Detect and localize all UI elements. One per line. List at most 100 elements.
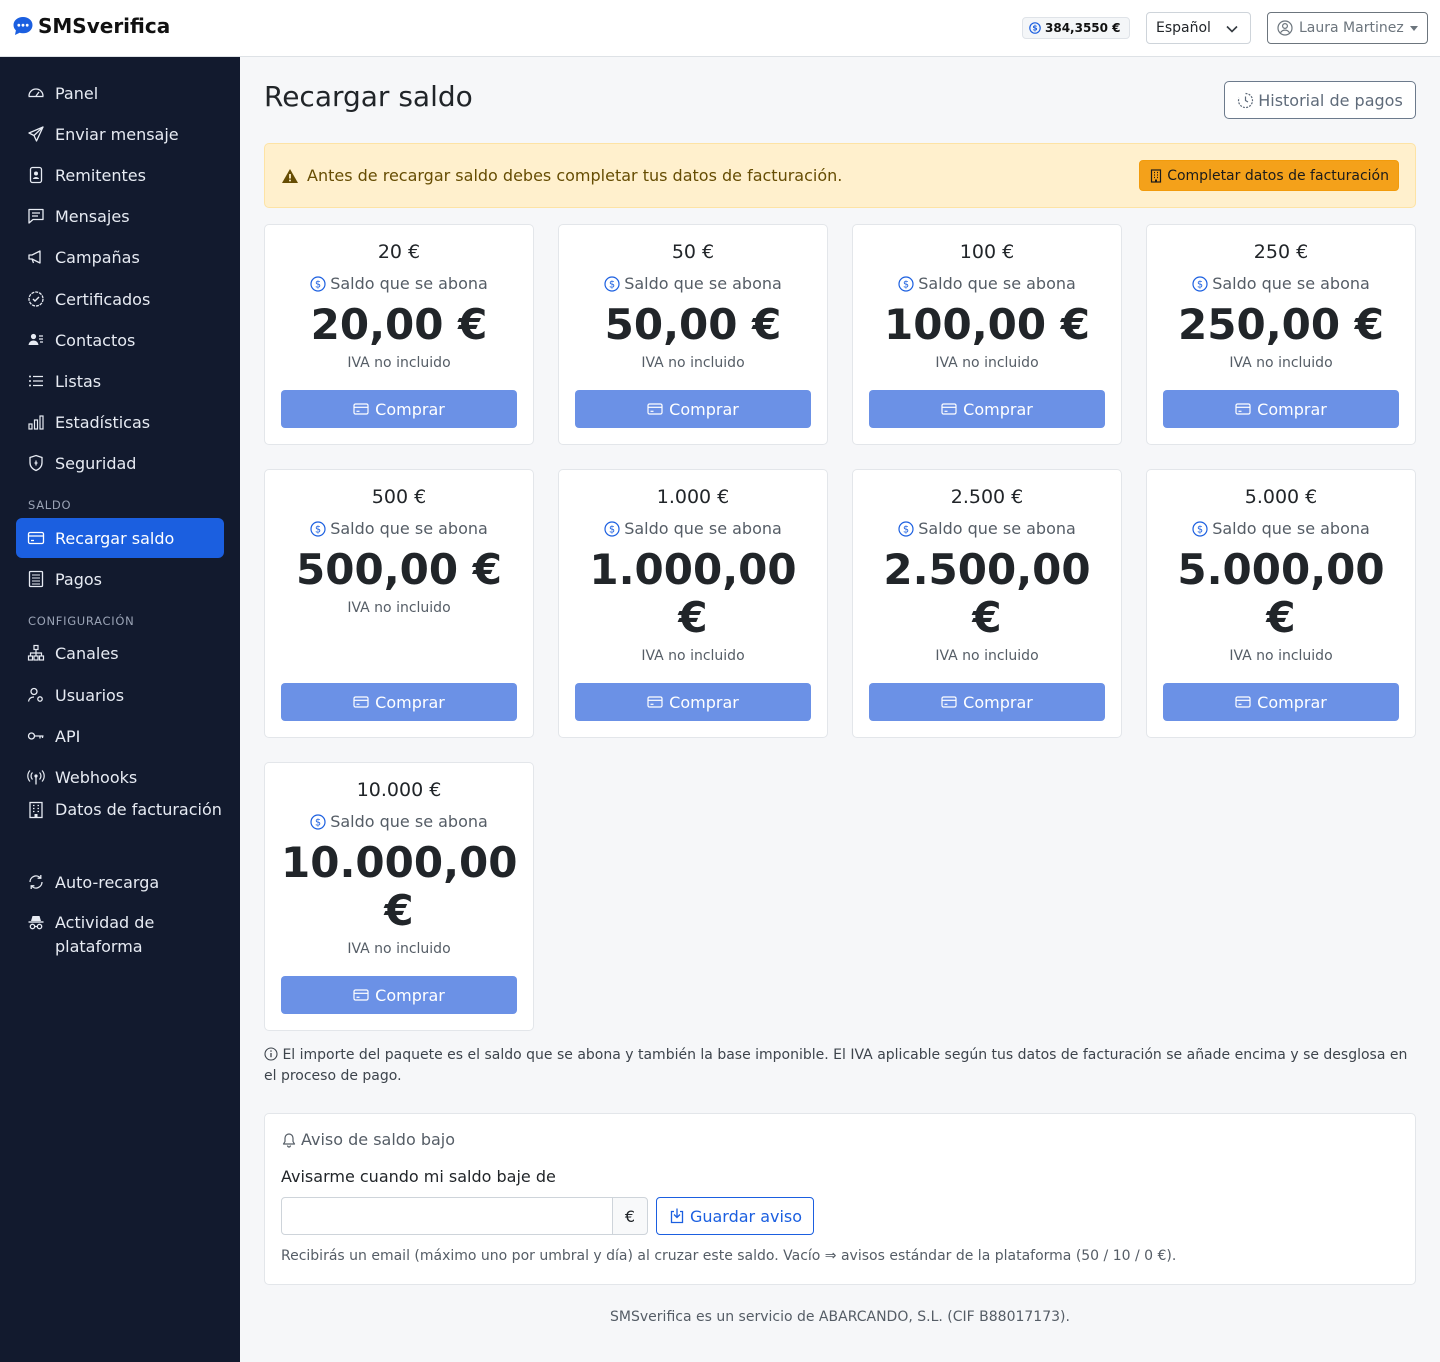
- package-subtitle: $ Saldo que se abona: [1147, 274, 1415, 293]
- low-balance-card: Aviso de saldo bajo Avisarme cuando mi s…: [264, 1113, 1416, 1285]
- sidebar-item-seguridad[interactable]: Seguridad: [16, 443, 224, 483]
- sidebar-item-label: Certificados: [55, 289, 151, 309]
- coin-icon: $: [310, 813, 326, 830]
- buy-button[interactable]: Comprar: [1163, 683, 1399, 721]
- package-subtitle: $ Saldo que se abona: [265, 812, 533, 831]
- svg-text:$: $: [315, 817, 321, 828]
- sidebar-item-panel[interactable]: Panel: [16, 73, 224, 113]
- balance-badge[interactable]: $ 384,3550 €: [1022, 17, 1130, 39]
- iva-note: IVA no incluido: [347, 355, 451, 371]
- package-amount: 100,00 €: [884, 300, 1090, 349]
- sidebar-item-pagos[interactable]: Pagos: [16, 559, 224, 599]
- sidebar-item-contactos[interactable]: Contactos: [16, 320, 224, 360]
- iva-note: IVA no incluido: [935, 355, 1039, 371]
- package-card: 250 € $ Saldo que se abona 250,00 € IVA no i…: [1146, 224, 1416, 445]
- download-box-icon: [670, 1208, 684, 1224]
- threshold-input[interactable]: [281, 1197, 613, 1235]
- complete-billing-button[interactable]: Completar datos de facturación: [1139, 160, 1399, 191]
- sidebar-item-label: Seguridad: [55, 453, 137, 473]
- buy-button[interactable]: Comprar: [575, 683, 811, 721]
- buy-button[interactable]: Comprar: [281, 683, 517, 721]
- arrow-repeat-icon: [29, 875, 43, 889]
- package-subtitle: $ Saldo que se abona: [265, 274, 533, 293]
- svg-text:$: $: [1197, 524, 1203, 535]
- sidebar-item-label: Panel: [55, 83, 99, 103]
- package-subtitle-text: Saldo que se abona: [918, 274, 1076, 293]
- sidebar-item-auto-recarga[interactable]: Auto-recarga: [16, 862, 224, 902]
- sidebar-item-datos-facturacion[interactable]: Datos de facturación: [16, 796, 224, 852]
- buy-button[interactable]: Comprar: [281, 390, 517, 428]
- dropdown-caret-icon: [1410, 26, 1418, 31]
- sidebar-item-estadisticas[interactable]: Estadísticas: [16, 402, 224, 442]
- package-subtitle-text: Saldo que se abona: [624, 519, 782, 538]
- sidebar-item-campanas[interactable]: Campañas: [16, 237, 224, 277]
- buy-button[interactable]: Comprar: [1163, 390, 1399, 428]
- package-amount: 500,00 €: [296, 545, 502, 594]
- svg-text:$: $: [315, 279, 321, 290]
- user-menu-button[interactable]: Laura Martinez: [1267, 12, 1428, 44]
- people-icon: [28, 333, 43, 345]
- coin-icon: $: [310, 520, 326, 537]
- coin-icon: $: [1192, 275, 1208, 292]
- package-subtitle: $ Saldo que se abona: [265, 519, 533, 538]
- coin-icon: $: [1192, 520, 1208, 537]
- sidebar-item-label: Auto-recarga: [55, 872, 160, 892]
- list-icon: [29, 375, 43, 387]
- sidebar-item-remitentes[interactable]: Remitentes: [16, 155, 224, 195]
- sidebar-item-label: Estadísticas: [55, 412, 151, 432]
- megaphone-icon: [28, 250, 41, 264]
- sidebar-item-label: Datos de facturación: [55, 800, 222, 819]
- buy-button-label: Comprar: [375, 399, 445, 419]
- iva-note: IVA no incluido: [1229, 355, 1333, 371]
- sidebar-item-recargar-saldo[interactable]: Recargar saldo: [16, 518, 224, 558]
- user-name: Laura Martinez: [1299, 20, 1404, 36]
- buy-button[interactable]: Comprar: [575, 390, 811, 428]
- package-title: 5.000 €: [1244, 486, 1318, 508]
- sidebar-item-label: Pagos: [55, 569, 103, 589]
- credit-card-icon: [941, 403, 957, 415]
- buy-button-label: Comprar: [375, 692, 445, 712]
- footer-text: SMSverifica es un servicio de ABARCANDO,…: [610, 1309, 1070, 1325]
- sidebar-item-mensajes[interactable]: Mensajes: [16, 196, 224, 236]
- package-subtitle: $ Saldo que se abona: [559, 274, 827, 293]
- building-icon: [29, 801, 43, 819]
- sidebar-item-webhooks[interactable]: Webhooks: [16, 757, 224, 797]
- person-badge-icon: [29, 166, 43, 184]
- package-amount: 5.000,00 €: [1177, 545, 1385, 642]
- sidebar-item-usuarios[interactable]: Usuarios: [16, 675, 224, 715]
- receipt-icon: [28, 570, 44, 588]
- package-title: 500 €: [371, 486, 427, 508]
- language-select[interactable]: Español: [1146, 12, 1251, 44]
- sidebar-item-actividad-plataforma[interactable]: Actividad de plataforma: [16, 909, 224, 965]
- sidebar-item-certificados[interactable]: Certificados: [16, 279, 224, 319]
- sidebar-item-canales[interactable]: Canales: [16, 633, 224, 673]
- send-icon: [28, 126, 44, 142]
- sidebar-item-enviar-mensaje[interactable]: Enviar mensaje: [16, 114, 224, 154]
- save-alert-button[interactable]: Guardar aviso: [656, 1197, 814, 1235]
- buy-button[interactable]: Comprar: [869, 390, 1105, 428]
- package-card: 1.000 € $ Saldo que se abona 1.000,00 € IVA …: [558, 469, 828, 738]
- billing-alert: Antes de recargar saldo debes completar …: [264, 143, 1416, 208]
- save-alert-label: Guardar aviso: [689, 1206, 803, 1226]
- sidebar-item-api[interactable]: API: [16, 716, 224, 756]
- building-icon: [1151, 168, 1162, 183]
- svg-text:$: $: [903, 279, 909, 290]
- sidebar-item-listas[interactable]: Listas: [16, 361, 224, 401]
- package-card: 5.000 € $ Saldo que se abona 5.000,00 € IVA …: [1146, 469, 1416, 738]
- brand-link[interactable]: SMSverifica: [12, 14, 170, 38]
- buy-button[interactable]: Comprar: [281, 976, 517, 1014]
- package-subtitle-text: Saldo que se abona: [330, 812, 488, 831]
- sidebar-item-label: Campañas: [55, 247, 140, 267]
- key-icon: [27, 732, 44, 740]
- balance-amount: 384,3550 €: [1045, 21, 1121, 35]
- svg-text:$: $: [609, 279, 615, 290]
- broadcast-icon: [27, 770, 45, 785]
- buy-button[interactable]: Comprar: [869, 683, 1105, 721]
- sidebar-item-label: Canales: [55, 643, 119, 663]
- package-title: 100 €: [959, 241, 1015, 263]
- warning-triangle-icon: [282, 168, 298, 183]
- buy-button-label: Comprar: [963, 692, 1033, 712]
- coin-icon: $: [898, 520, 914, 537]
- package-amount: 250,00 €: [1178, 300, 1384, 349]
- payment-history-button[interactable]: Historial de pagos: [1224, 81, 1416, 119]
